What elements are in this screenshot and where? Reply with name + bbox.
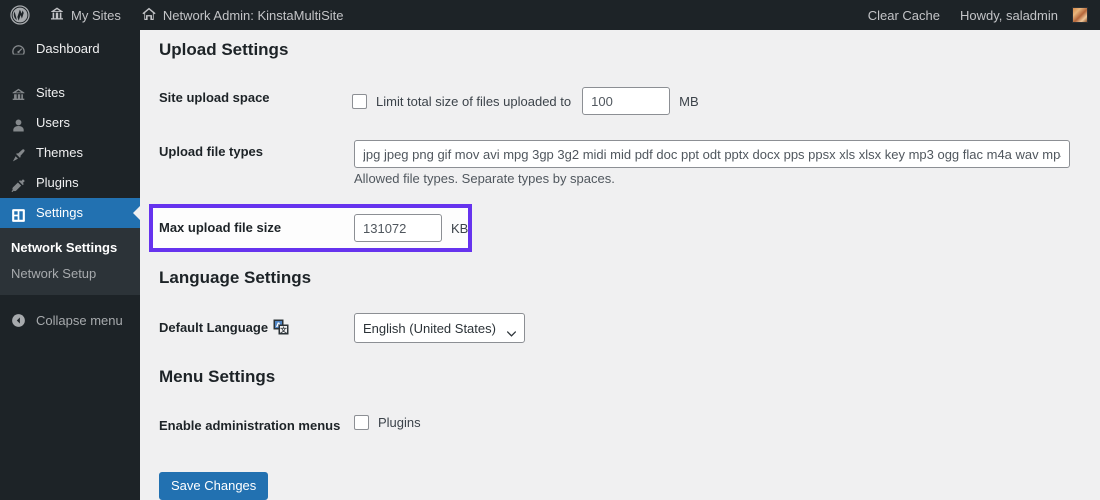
sidebar-item-plugins[interactable]: Plugins [0, 168, 140, 198]
admin-sidebar: Dashboard Sites Users Themes Plugins Set… [0, 30, 141, 500]
upload-file-types-description: Allowed file types. Separate types by sp… [354, 171, 615, 186]
clear-cache-label: Clear Cache [867, 7, 940, 23]
collapse-menu-button[interactable]: Collapse menu [0, 303, 140, 337]
max-upload-file-size-field: KB [354, 214, 468, 242]
sidebar-submenu-settings: Network Settings Network Setup [0, 228, 140, 295]
sidebar-item-users[interactable]: Users [0, 108, 140, 138]
sidebar-item-label: Themes [36, 145, 83, 160]
default-language-select[interactable]: English (United States) [354, 313, 525, 343]
admin-bar: My Sites Network Admin: KinstaMultiSite … [0, 0, 1100, 30]
translate-icon: A 文 [273, 319, 289, 335]
upload-settings-heading: Upload Settings [159, 40, 289, 59]
wordpress-logo-button[interactable] [0, 0, 39, 30]
default-language-field: English (United States) [354, 313, 525, 343]
network-admin-menu[interactable]: Network Admin: KinstaMultiSite [131, 0, 354, 30]
submenu-item-label: Network Setup [11, 266, 97, 281]
settings-content: Upload Settings Site upload space Limit … [140, 30, 1100, 500]
clear-cache-button[interactable]: Clear Cache [858, 0, 950, 30]
avatar [1072, 7, 1088, 23]
sidebar-item-label: Settings [36, 205, 83, 220]
sidebar-divider [0, 64, 140, 78]
default-language-label: Default Language [159, 319, 269, 335]
submenu-item-label: Network Settings [11, 240, 118, 255]
sites-icon [49, 6, 65, 25]
site-upload-space-label: Site upload space [159, 90, 270, 105]
site-upload-space-unit: MB [679, 93, 699, 109]
sites-icon [10, 85, 27, 102]
wordpress-logo-icon [10, 5, 30, 25]
svg-text:文: 文 [279, 325, 287, 334]
sidebar-item-settings[interactable]: Settings [0, 198, 141, 228]
max-upload-file-size-input[interactable] [354, 214, 442, 242]
sidebar-item-label: Users [36, 115, 70, 130]
language-settings-heading: Language Settings [159, 268, 312, 287]
max-upload-file-size-label: Max upload file size [159, 220, 282, 235]
sidebar-item-sites[interactable]: Sites [0, 78, 140, 108]
sidebar-item-themes[interactable]: Themes [0, 138, 140, 168]
sidebar-item-network-settings[interactable]: Network Settings [0, 235, 140, 261]
home-icon [141, 6, 157, 25]
limit-upload-size-checkbox[interactable] [352, 93, 367, 109]
my-account-menu[interactable]: Howdy, saladmin [950, 0, 1092, 30]
sidebar-item-network-setup[interactable]: Network Setup [0, 261, 140, 287]
plugins-menu-checkbox[interactable] [354, 415, 369, 430]
enable-admin-menus-field: Plugins [354, 415, 421, 430]
max-upload-file-size-unit: KB [451, 220, 469, 236]
limit-upload-size-label: Limit total size of files uploaded to [376, 93, 572, 109]
my-sites-menu[interactable]: My Sites [39, 0, 131, 30]
sidebar-item-dashboard[interactable]: Dashboard [0, 34, 140, 64]
dashboard-icon [10, 41, 27, 58]
menu-settings-heading: Menu Settings [159, 367, 276, 386]
sidebar-item-label: Sites [36, 85, 65, 100]
default-language-label-group: Default Language A 文 [159, 319, 289, 335]
collapse-menu-label: Collapse menu [36, 312, 123, 328]
enable-admin-menus-label: Enable administration menus [159, 418, 341, 433]
collapse-arrow-icon [10, 312, 27, 329]
site-upload-space-field: Limit total size of files uploaded to MB [352, 87, 699, 115]
site-upload-space-input[interactable] [582, 87, 671, 115]
save-changes-button[interactable]: Save Changes [159, 472, 269, 500]
network-admin-label: Network Admin: KinstaMultiSite [162, 7, 344, 23]
themes-icon [10, 145, 27, 162]
upload-file-types-label: Upload file types [159, 144, 264, 159]
upload-file-types-field [354, 140, 1070, 168]
plugins-menu-label: Plugins [378, 415, 421, 430]
upload-file-types-input[interactable] [354, 140, 1070, 168]
howdy-label: Howdy, saladmin [959, 7, 1058, 23]
sidebar-item-label: Dashboard [36, 41, 100, 56]
sidebar-item-label: Plugins [36, 175, 79, 190]
settings-icon [10, 205, 27, 222]
users-icon [10, 115, 27, 132]
my-sites-label: My Sites [71, 7, 121, 23]
plugins-icon [10, 175, 27, 192]
